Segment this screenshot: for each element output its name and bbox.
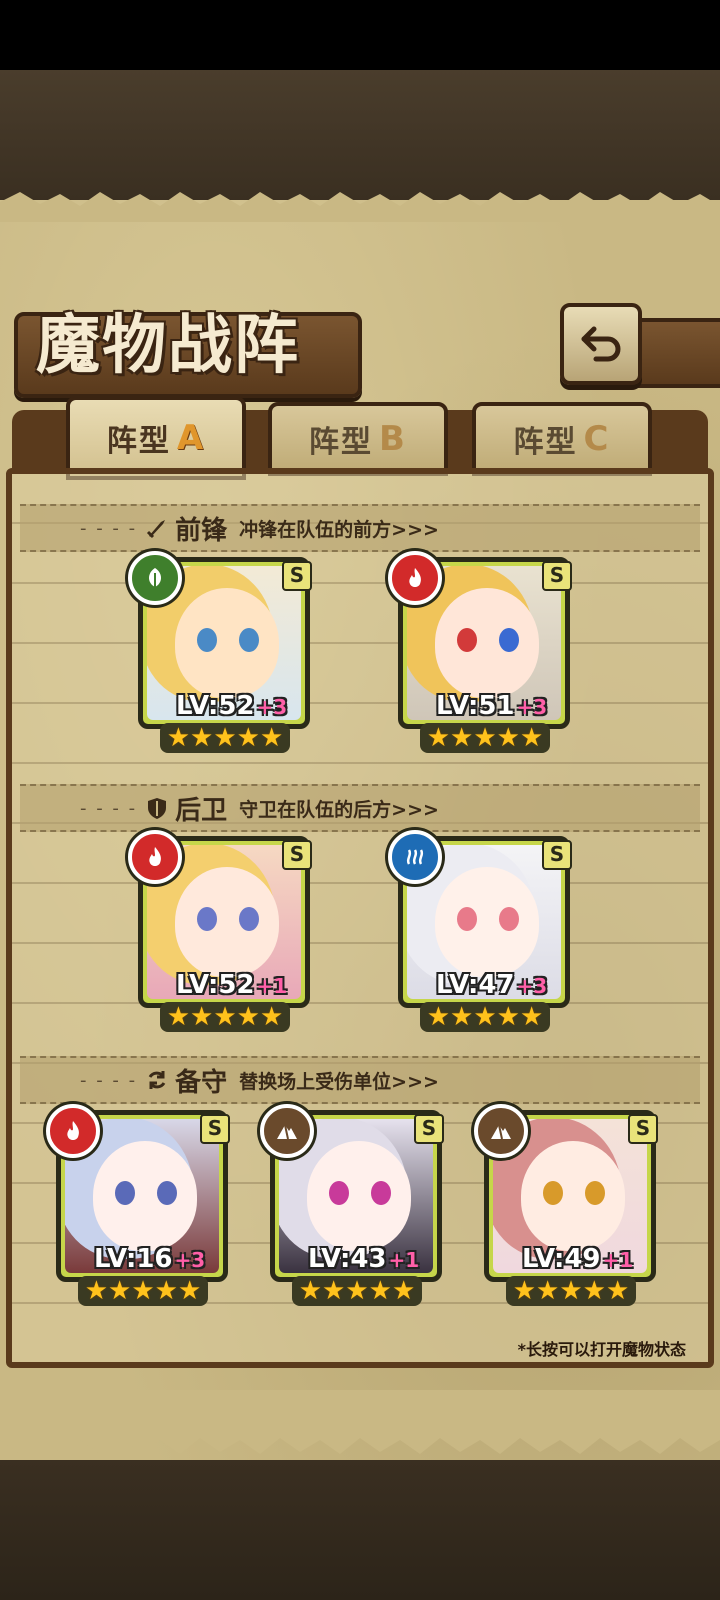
long-press-hint: *长按可以打开魔物状态 [517,1340,686,1359]
rank-badge: S [542,840,572,870]
rank-badge: S [542,561,572,591]
unit-card-front-2[interactable]: S LV:51 +3 ★ ★ ★ ★ ★ [388,551,576,753]
unit-level: LV:52 +1 [176,970,288,1000]
section-front-desc: 冲锋在队伍的前方>>> [239,518,439,541]
unit-level: LV:47 +3 [436,970,548,1000]
map-background-top [0,70,720,200]
star-rating: ★ ★ ★ ★ ★ [420,1002,550,1032]
unit-level: LV:52 +3 [176,691,288,721]
fire-element-icon [46,1104,100,1158]
earth-element-icon [260,1104,314,1158]
map-background-bottom [0,1460,720,1600]
sword-icon [147,520,166,539]
tab-letter: B [379,419,407,459]
section-rear: - - - - 后卫 守卫在队伍的后方>>> [20,784,700,832]
unit-level: LV:16 +3 [94,1244,206,1274]
section-reserve-desc: 替换场上受伤单位>>> [239,1070,439,1093]
shield-icon [148,798,167,819]
rank-badge: S [628,1114,658,1144]
leaf-element-icon [128,551,182,605]
tab-letter: C [583,419,611,459]
swap-icon [148,1071,166,1089]
unit-card-reserve-1[interactable]: S LV:16 +3 ★ ★ ★ ★ ★ [46,1104,234,1306]
unit-card-rear-1[interactable]: S LV:52 +1 ★ ★ ★ ★ ★ [128,830,316,1032]
unit-card-front-1[interactable]: S LV:52 +3 ★ ★ ★ ★ ★ [128,551,316,753]
tab-formation-c[interactable]: 阵型 C [472,402,652,476]
tab-letter: A [176,418,206,458]
unit-level: LV:49 +1 [522,1244,634,1274]
tab-label: 阵型 [513,425,578,460]
unit-card-reserve-2[interactable]: S LV:43 +1 ★ ★ ★ ★ ★ [260,1104,448,1306]
unit-level: LV:43 +1 [308,1244,420,1274]
rank-badge: S [282,840,312,870]
star-rating: ★ ★ ★ ★ ★ [420,723,550,753]
section-front-name: 前锋 [175,515,228,546]
section-reserve: - - - - 备守 替换场上受伤单位>>> [20,1056,700,1104]
earth-element-icon [474,1104,528,1158]
unit-card-rear-2[interactable]: S LV:47 +3 ★ ★ ★ ★ ★ [388,830,576,1032]
back-button[interactable] [560,303,642,385]
page-title: 魔物战阵 [36,308,300,383]
unit-level: LV:51 +3 [436,691,548,721]
section-front: - - - - 前锋 冲锋在队伍的前方>>> [20,504,700,552]
tab-formation-b[interactable]: 阵型 B [268,402,448,476]
section-rear-name: 后卫 [175,795,228,826]
tab-label: 阵型 [309,425,374,460]
star-rating: ★ ★ ★ ★ ★ [506,1276,636,1306]
torn-edge-top [0,192,720,222]
star-rating: ★ ★ ★ ★ ★ [160,723,290,753]
status-bar [0,0,720,70]
star-rating: ★ ★ ★ ★ ★ [78,1276,208,1306]
rank-badge: S [200,1114,230,1144]
rank-badge: S [414,1114,444,1144]
rank-badge: S [282,561,312,591]
tab-label: 阵型 [106,424,171,459]
fire-element-icon [128,830,182,884]
star-rating: ★ ★ ★ ★ ★ [292,1276,422,1306]
section-reserve-name: 备守 [175,1067,228,1098]
unit-card-reserve-3[interactable]: S LV:49 +1 ★ ★ ★ ★ ★ [474,1104,662,1306]
star-rating: ★ ★ ★ ★ ★ [160,1002,290,1032]
water-element-icon [388,830,442,884]
torn-edge-bottom [0,1390,720,1454]
fire-element-icon [388,551,442,605]
section-rear-desc: 守卫在队伍的后方>>> [239,798,439,821]
back-arrow-icon [581,326,621,362]
